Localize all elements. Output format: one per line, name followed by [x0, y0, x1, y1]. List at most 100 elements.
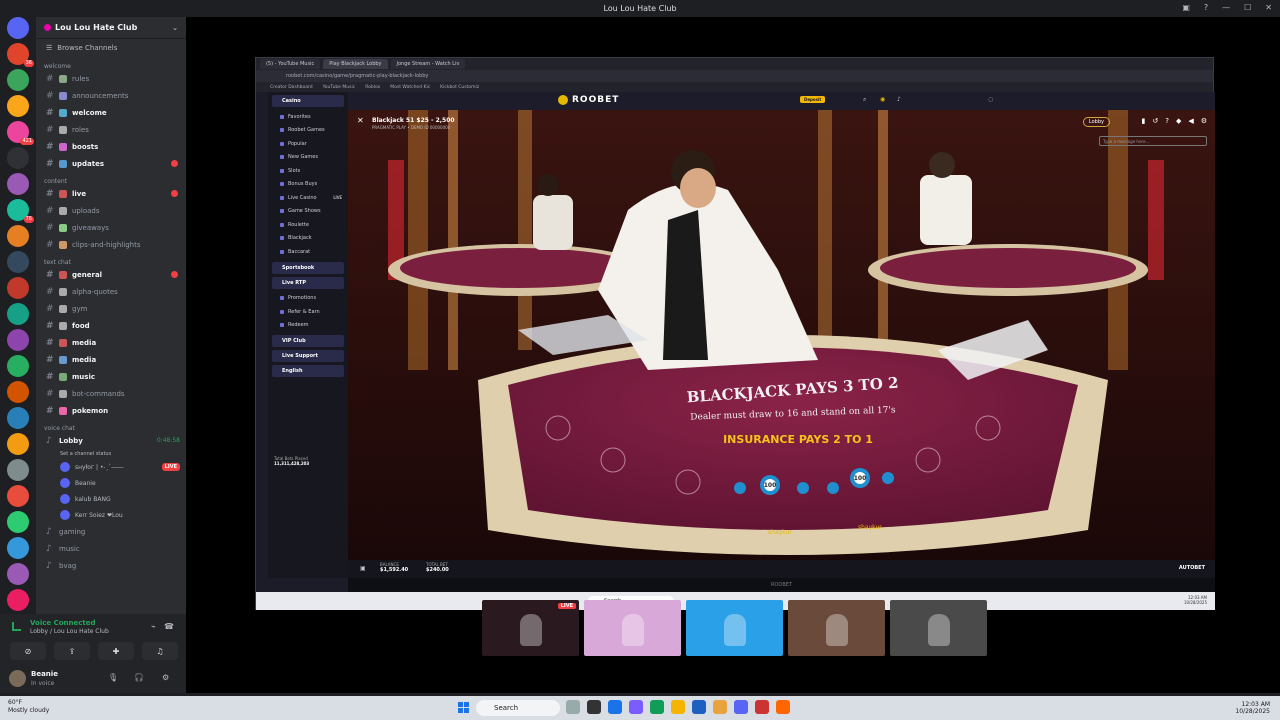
server-icon[interactable]	[7, 225, 29, 247]
channel-category[interactable]: voice chat	[36, 419, 186, 432]
discord-icon[interactable]	[734, 700, 748, 714]
roobet-logo[interactable]: ROOBET	[558, 95, 619, 105]
channel-bot-commands[interactable]: # bot-commands	[36, 385, 186, 402]
stream-thumbnail[interactable]	[890, 600, 987, 656]
close-icon[interactable]: ✕	[1265, 3, 1272, 12]
channel-media[interactable]: # media	[36, 351, 186, 368]
nav-section-vip-club[interactable]: VIP Club	[272, 335, 344, 347]
chrome-alt-icon[interactable]	[713, 700, 727, 714]
nav-item-game-shows[interactable]: Game Shows	[268, 205, 348, 219]
noise-suppression-icon[interactable]: ⌁	[151, 622, 156, 631]
nav-item-redeem[interactable]: Redeem	[268, 319, 348, 333]
nav-section-sportsbook[interactable]: Sportsbook	[272, 261, 344, 274]
nav-item-new-games[interactable]: New Games	[268, 151, 348, 165]
voice-channel[interactable]: ♪ gaming	[36, 523, 186, 540]
channel-uploads[interactable]: # uploads	[36, 202, 186, 219]
channel-updates[interactable]: # updates	[36, 155, 186, 172]
server-icon[interactable]	[7, 17, 29, 39]
nav-item-bonus-buys[interactable]: Bonus Buys	[268, 178, 348, 192]
stream-thumbnail[interactable]: LIVE	[482, 600, 579, 656]
nav-item-favorites[interactable]: Favorites	[268, 110, 348, 124]
bookmark[interactable]: Roblox	[365, 85, 380, 90]
channel-roles[interactable]: # roles	[36, 121, 186, 138]
nav-item-popular[interactable]: Popular	[268, 137, 348, 151]
minimize-icon[interactable]: —	[1222, 3, 1230, 12]
server-icon[interactable]: 76	[7, 199, 34, 223]
channel-media[interactable]: # media	[36, 334, 186, 351]
server-header[interactable]: Lou Lou Hate Club ⌄	[36, 17, 186, 39]
server-icon[interactable]	[7, 69, 29, 91]
server-icon[interactable]	[7, 329, 29, 351]
channel-live[interactable]: # live	[36, 185, 186, 202]
server-icon[interactable]	[7, 589, 29, 611]
server-icon[interactable]	[7, 459, 29, 481]
stream-thumbnail[interactable]	[584, 600, 681, 656]
info-icon[interactable]: ?	[1165, 117, 1169, 125]
microphone-icon[interactable]: 🎙	[108, 673, 118, 682]
system-tray-clock[interactable]: 12:03 AM 10/28/2025	[1235, 701, 1270, 715]
nav-section-english[interactable]: English	[272, 365, 344, 377]
channel-rules[interactable]: # rules	[36, 70, 186, 87]
channel-gym[interactable]: # gym	[36, 300, 186, 317]
browse-channels[interactable]: ☰ Browse Channels	[36, 39, 186, 57]
nav-section-casino[interactable]: Casino	[272, 95, 344, 107]
channel-alpha-quotes[interactable]: # alpha-quotes	[36, 283, 186, 300]
voice-channel[interactable]: ♪ bvag	[36, 557, 186, 574]
headphones-icon[interactable]: 🎧	[134, 673, 144, 682]
server-icon[interactable]: 36	[7, 43, 34, 67]
chat-message-input[interactable]: Type a message here...	[1099, 136, 1207, 146]
browser-tab[interactable]: (5) - YouTube Music	[260, 59, 321, 69]
server-icon[interactable]	[7, 277, 29, 299]
search-icon[interactable]: ⌕	[863, 96, 866, 104]
channel-clips-and-highlights[interactable]: # clips-and-highlights	[36, 236, 186, 253]
gear-icon[interactable]: ⚙	[162, 673, 169, 682]
stream-thumbnail[interactable]	[686, 600, 783, 656]
stats-icon[interactable]: ◆	[1176, 117, 1181, 125]
app-icon[interactable]	[776, 700, 790, 714]
voice-user[interactable]: Kerr Soiez ❤Lou	[36, 507, 186, 523]
browser-tab[interactable]: Play Blackjack Lobby	[323, 59, 388, 69]
obs-icon[interactable]	[755, 700, 769, 714]
stream-thumbnail[interactable]	[788, 600, 885, 656]
help-icon[interactable]: ?	[1204, 3, 1208, 12]
voice-user[interactable]: Beanie	[36, 475, 186, 491]
server-icon[interactable]	[7, 563, 29, 585]
channel-announcements[interactable]: # announcements	[36, 87, 186, 104]
nav-item-blackjack[interactable]: Blackjack	[268, 232, 348, 246]
store-icon[interactable]	[692, 700, 706, 714]
weather-widget[interactable]: 60°F Mostly cloudy	[8, 699, 49, 715]
file-explorer-icon[interactable]	[671, 700, 685, 714]
soundboard-button[interactable]: ♫	[142, 642, 178, 660]
nav-section-live-rtp[interactable]: Live RTP	[272, 276, 344, 289]
voice-channel-lobby[interactable]: ♪ Lobby 0:48:58	[36, 432, 186, 449]
voice-user[interactable]: ѕнyłог | •˗ˏˋ―― LIVE	[36, 459, 186, 475]
rewards-icon[interactable]: ◉	[880, 96, 885, 103]
nav-item-live-casino[interactable]: Live Casino LIVE	[268, 191, 348, 205]
disconnect-icon[interactable]: ☎	[164, 622, 174, 631]
bookmark[interactable]: YouTube Music	[323, 85, 356, 90]
server-icon[interactable]	[7, 433, 29, 455]
server-icon[interactable]	[7, 173, 29, 195]
lobby-button[interactable]: Lobby	[1082, 117, 1110, 127]
edge-icon[interactable]	[608, 700, 622, 714]
nav-item-roobet-games[interactable]: Roobet Games	[268, 124, 348, 138]
server-icon[interactable]	[7, 147, 29, 169]
channel-food[interactable]: # food	[36, 317, 186, 334]
camera-off-button[interactable]: ⊘	[10, 642, 46, 660]
channel-pokemon[interactable]: # pokemon	[36, 402, 186, 419]
voice-connected-subtitle[interactable]: Lobby / Lou Lou Hate Club	[30, 628, 109, 635]
nav-item-refer-earn[interactable]: Refer & Earn	[268, 305, 348, 319]
voice-channel[interactable]: ♪ music	[36, 540, 186, 557]
teams-icon[interactable]	[629, 700, 643, 714]
voice-user[interactable]: kalub BANG	[36, 491, 186, 507]
bookmark[interactable]: Most Watched Kic	[390, 85, 430, 90]
deposit-button[interactable]: Deposit	[800, 96, 826, 103]
close-game-icon[interactable]: ✕	[357, 116, 364, 125]
blackjack-video[interactable]: BLACKJACK PAYS 3 TO 2 Dealer must draw t…	[348, 110, 1215, 560]
avatar[interactable]	[9, 670, 26, 687]
channel-category[interactable]: content	[36, 172, 186, 185]
bookmark[interactable]: Kickbot Customiz	[440, 85, 479, 90]
server-icon[interactable]: 421	[7, 121, 34, 145]
server-icon[interactable]	[7, 485, 29, 507]
server-icon[interactable]	[7, 407, 29, 429]
